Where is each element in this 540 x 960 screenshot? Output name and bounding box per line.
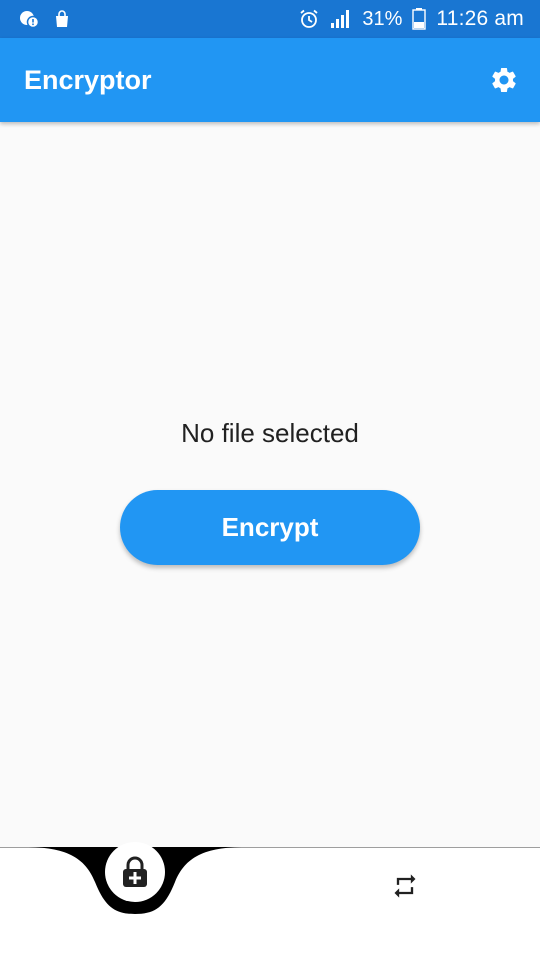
nav-item-convert[interactable] — [385, 868, 425, 904]
status-bar: 31% 11:26 am — [0, 0, 540, 38]
encrypt-button[interactable]: Encrypt — [120, 490, 420, 565]
app-title: Encryptor — [24, 65, 152, 95]
shopping-bag-icon — [54, 10, 70, 28]
gear-icon — [492, 68, 516, 92]
battery-percent: 31% — [362, 7, 403, 30]
settings-button[interactable] — [488, 64, 520, 96]
status-bar-right: 31% 11:26 am — [298, 6, 524, 32]
alarm-icon — [298, 8, 320, 30]
bottom-navigation — [0, 842, 540, 960]
status-bar-left — [18, 9, 70, 29]
file-status-text: No file selected — [181, 418, 359, 448]
nav-item-encrypt[interactable] — [105, 842, 165, 902]
repeat-icon — [394, 874, 416, 898]
whatsapp-notification-icon — [18, 9, 40, 29]
app-bar: Encryptor — [0, 38, 540, 122]
signal-icon — [330, 9, 352, 29]
main-content: No file selected Encrypt — [0, 122, 540, 847]
battery-icon — [412, 8, 427, 30]
status-time: 11:26 am — [436, 7, 524, 30]
lock-add-icon — [123, 856, 147, 887]
